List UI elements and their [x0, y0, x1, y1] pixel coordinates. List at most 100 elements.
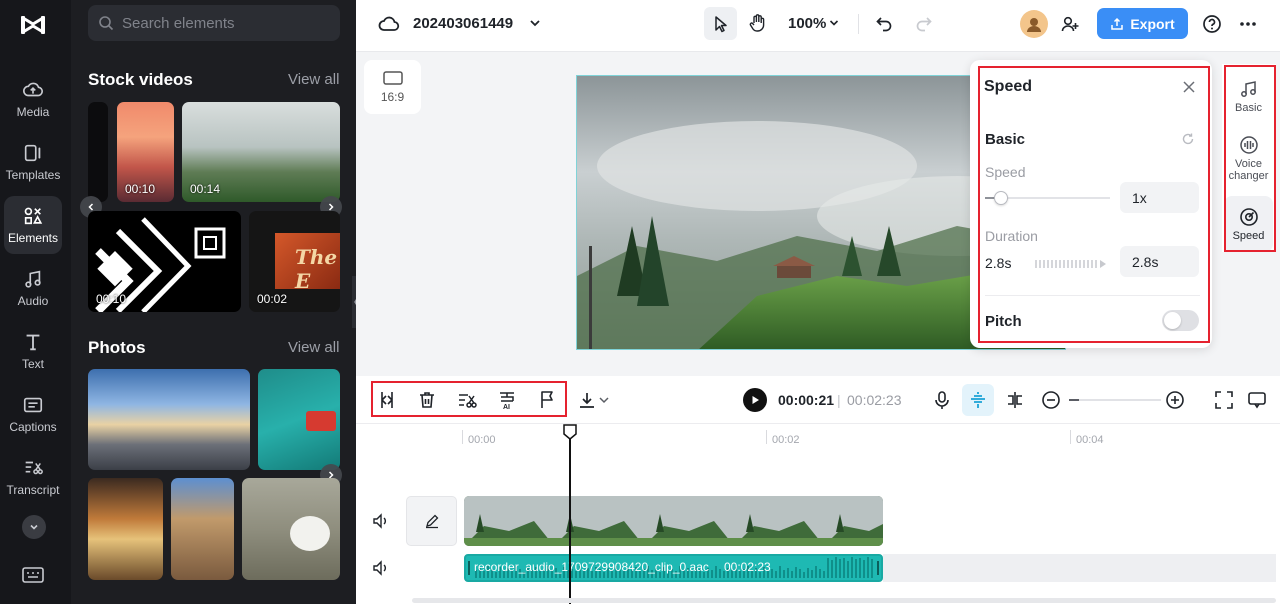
total-time: 00:02:23 — [847, 392, 902, 408]
search-input[interactable] — [122, 14, 322, 32]
more-horizontal-icon — [1240, 22, 1256, 26]
project-menu-button[interactable] — [526, 14, 544, 32]
highlight-box-timeline-tools — [371, 381, 567, 417]
fit-timeline-icon[interactable] — [1214, 390, 1234, 410]
split-scene-icon[interactable] — [1005, 390, 1025, 410]
redo-button[interactable] — [912, 11, 936, 35]
photo-thumb[interactable] — [88, 478, 163, 580]
download-icon[interactable] — [577, 390, 597, 410]
cloud-icon — [378, 16, 400, 31]
zoom-in-icon[interactable] — [1165, 390, 1185, 410]
play-button[interactable] — [743, 388, 767, 412]
stock-video-thumb[interactable]: 00:10 — [88, 211, 241, 312]
more-options-button[interactable] — [1236, 12, 1260, 36]
export-icon — [1111, 17, 1124, 30]
clip-handle-left[interactable] — [468, 561, 470, 575]
view-all-stock-videos-link[interactable]: View all — [288, 71, 339, 88]
rail-item-label: Media — [16, 105, 50, 119]
top-bar: 202403061449 100% Export — [356, 0, 1280, 52]
title-card-graphic: The E — [275, 233, 340, 293]
section-title-photos: Photos — [88, 338, 146, 357]
elements-library-panel: Stock videos View all 00:10 00:14 00:10 … — [71, 0, 356, 604]
photo-thumb[interactable] — [88, 369, 250, 470]
chevron-down-icon[interactable] — [597, 393, 611, 407]
select-tool-button[interactable] — [704, 7, 737, 40]
rail-item-templates[interactable]: Templates — [4, 133, 62, 191]
speaker-icon[interactable] — [372, 560, 390, 576]
rail-expand-button[interactable] — [22, 515, 46, 539]
current-time: 00:00:21 — [778, 392, 835, 408]
stock-video-thumb[interactable]: The E 00:02 — [249, 211, 340, 312]
stock-video-thumb[interactable]: 00:10 — [117, 102, 174, 202]
magnet-snap-icon — [971, 392, 985, 408]
ruler-tick — [766, 430, 767, 444]
zoom-menu-button[interactable] — [826, 15, 842, 31]
photo-thumb[interactable] — [258, 369, 340, 470]
cloud-upload-icon — [23, 82, 43, 97]
help-icon — [1203, 15, 1221, 33]
timeline-panel: 00:00 00:02 00:04 recorder_audio_1709729… — [356, 424, 1280, 604]
zoom-slider-fill — [1069, 399, 1079, 401]
rail-item-captions[interactable]: Captions — [4, 385, 62, 443]
rail-item-elements[interactable]: Elements — [4, 196, 62, 254]
time-ruler[interactable]: 00:00 00:02 00:04 — [406, 424, 1280, 454]
microphone-icon[interactable] — [932, 390, 952, 410]
video-duration: 00:10 — [125, 182, 156, 196]
user-avatar[interactable] — [1020, 10, 1048, 38]
rail-item-label: Transcript — [6, 483, 60, 497]
zoom-out-icon[interactable] — [1041, 390, 1061, 410]
rail-item-text[interactable]: Text — [4, 322, 62, 380]
timeline-scrollbar[interactable] — [412, 598, 1276, 603]
video-filmstrip — [464, 496, 883, 546]
keyboard-shortcuts-icon[interactable] — [22, 566, 44, 584]
video-duration: 00:02 — [257, 292, 288, 306]
boat-graphic — [306, 411, 336, 431]
captions-icon — [23, 397, 43, 413]
audio-clip-duration: 00:02:23 — [724, 560, 771, 574]
help-button[interactable] — [1200, 12, 1224, 36]
play-icon — [752, 396, 759, 404]
templates-icon — [24, 144, 41, 162]
ruler-tick — [462, 430, 463, 444]
redo-icon — [916, 17, 932, 32]
ruler-label: 00:04 — [1076, 434, 1104, 446]
audio-clip[interactable]: recorder_audio_1709729908420_clip_0.aac … — [464, 554, 883, 582]
stock-video-thumb[interactable] — [88, 102, 108, 202]
timeline-zoom-slider[interactable] — [1069, 399, 1161, 401]
photo-thumb[interactable] — [171, 478, 234, 580]
hand-tool-button[interactable] — [744, 9, 772, 37]
pencil-icon — [425, 514, 438, 529]
elements-icon — [24, 207, 43, 225]
feedback-icon[interactable] — [1247, 390, 1267, 410]
undo-icon — [876, 17, 892, 32]
left-nav-rail: Media Templates Elements Audio Text Capt… — [0, 0, 71, 604]
capcut-logo-icon — [21, 16, 45, 34]
view-all-photos-link[interactable]: View all — [288, 339, 339, 356]
search-box[interactable] — [88, 5, 340, 41]
speaker-icon[interactable] — [372, 513, 390, 529]
video-duration: 00:14 — [190, 182, 221, 196]
clip-handle-right[interactable] — [877, 561, 879, 575]
hand-icon — [749, 14, 765, 32]
edit-cover-button[interactable] — [406, 496, 457, 546]
stock-video-thumb[interactable]: 00:14 — [182, 102, 340, 202]
auto-snap-button[interactable] — [962, 384, 994, 416]
rail-item-transcript[interactable]: Transcript — [4, 448, 62, 506]
undo-button[interactable] — [872, 11, 896, 35]
project-name[interactable]: 202403061449 — [413, 15, 513, 32]
playhead-handle[interactable] — [563, 424, 577, 440]
photo-thumb[interactable] — [242, 478, 340, 580]
video-clip[interactable] — [464, 496, 883, 546]
rail-item-media[interactable]: Media — [4, 70, 62, 128]
invite-collaborator-button[interactable] — [1058, 12, 1082, 36]
zoom-level[interactable]: 100% — [788, 15, 826, 32]
export-button[interactable]: Export — [1097, 8, 1188, 39]
rail-item-audio[interactable]: Audio — [4, 259, 62, 317]
aspect-ratio-button[interactable]: 16:9 — [364, 60, 421, 114]
chevron-down-icon — [530, 20, 540, 27]
export-label: Export — [1130, 15, 1175, 32]
video-duration: 00:10 — [96, 292, 127, 306]
rail-item-label: Templates — [5, 168, 61, 182]
ruler-tick — [1070, 430, 1071, 444]
cloud-sync-button[interactable] — [378, 13, 400, 35]
